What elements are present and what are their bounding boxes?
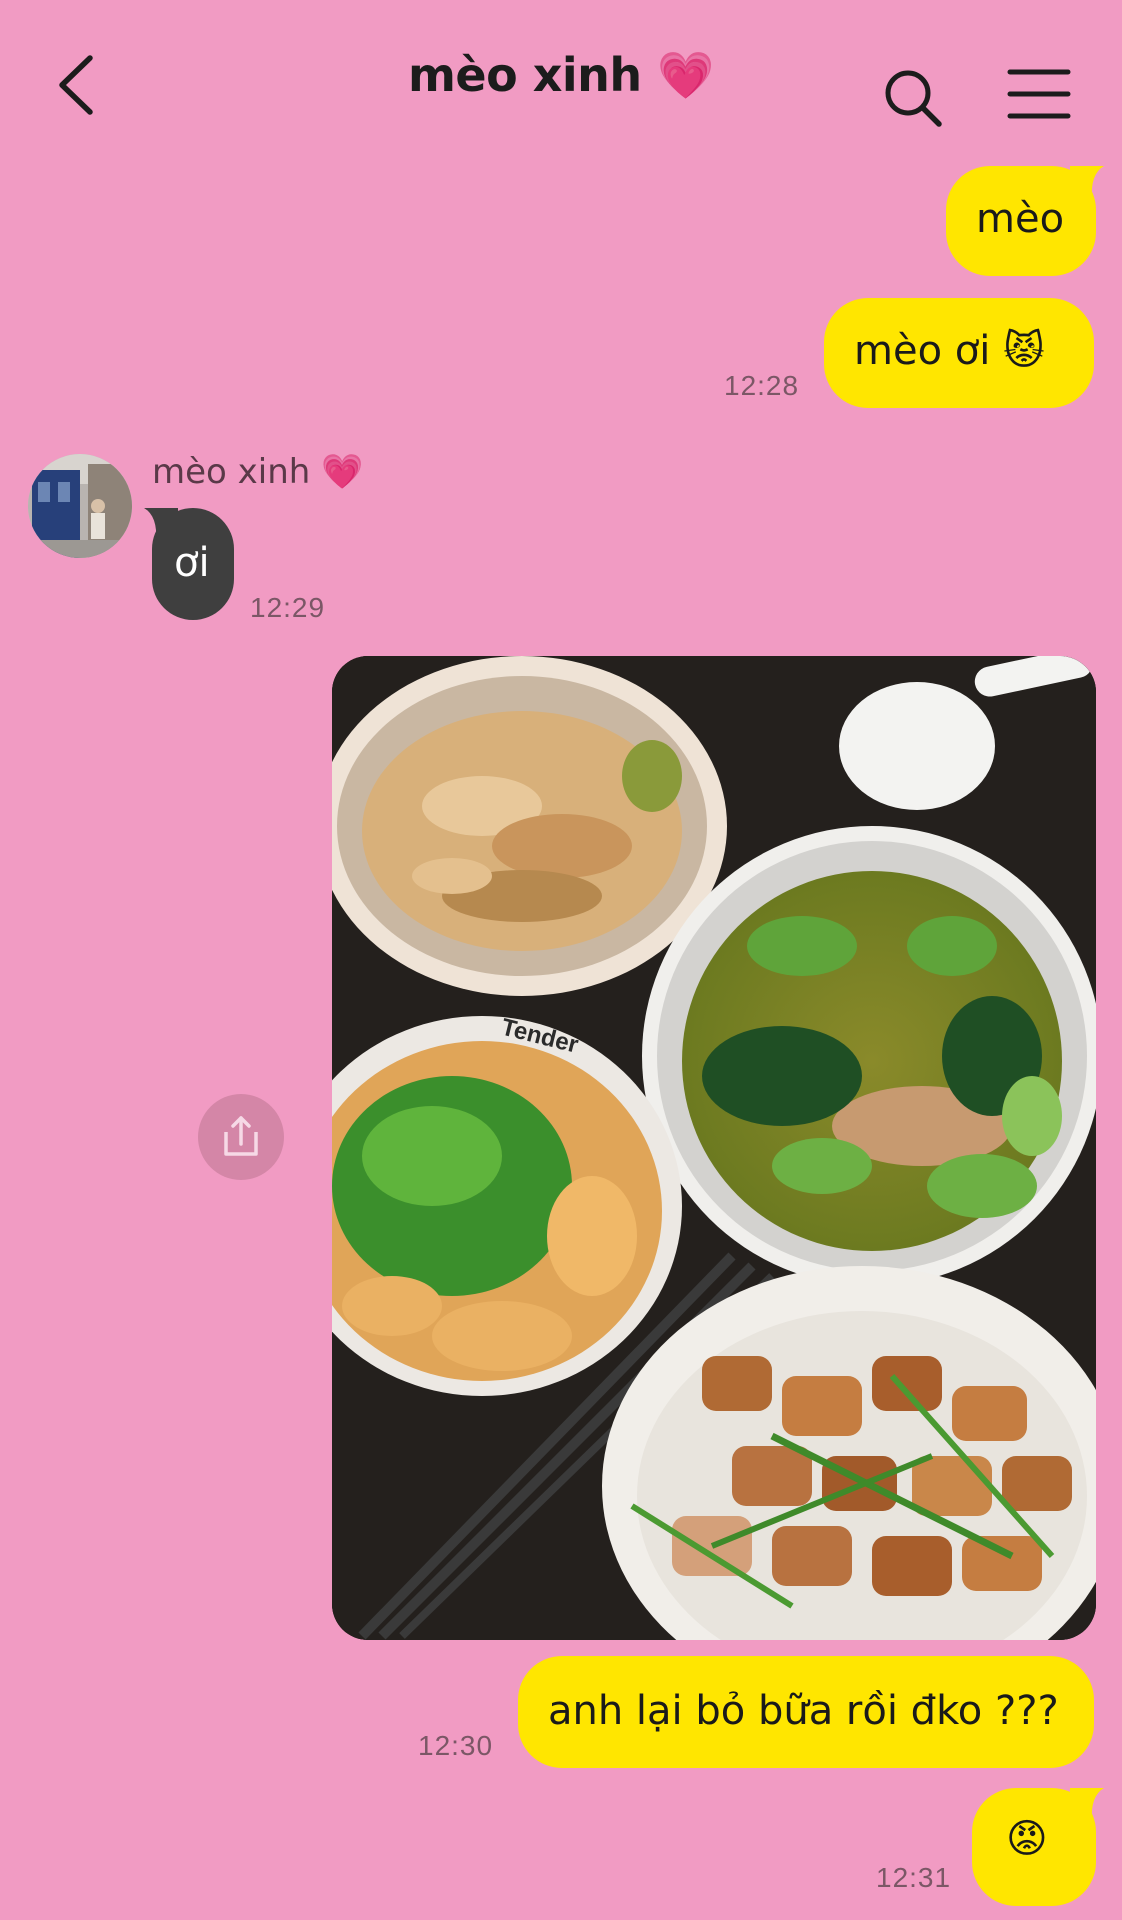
menu-button[interactable] (1006, 66, 1072, 122)
food-photo: Tender (332, 656, 1096, 1640)
hamburger-menu-icon (1007, 69, 1071, 119)
share-icon (224, 1116, 258, 1156)
bubble-tail (1070, 166, 1104, 200)
search-icon (885, 70, 942, 127)
chat-header: mèo xinh 💗 (0, 0, 1122, 170)
avatar[interactable] (28, 454, 132, 558)
message-photo[interactable]: Tender (332, 656, 1096, 1640)
message-timestamp: 12:31 (876, 1862, 952, 1893)
message-text: ơi (174, 540, 210, 586)
share-button[interactable] (198, 1094, 284, 1180)
bubble-tail (1070, 1788, 1104, 1822)
message-bubble-outgoing[interactable]: anh lại bỏ bữa rồi đko ??? (518, 1656, 1094, 1768)
message-bubble-outgoing[interactable]: mèo ơi 😾 (824, 298, 1094, 408)
message-timestamp: 12:30 (418, 1730, 494, 1761)
search-button[interactable] (880, 65, 946, 131)
message-timestamp: 12:28 (724, 370, 800, 401)
sender-name: mèo xinh 💗 (152, 452, 364, 492)
chat-title: mèo xinh 💗 (408, 48, 714, 102)
avatar-photo (28, 454, 132, 558)
message-timestamp: 12:29 (250, 592, 326, 623)
message-text: mèo ơi 😾 (854, 328, 1045, 374)
bubble-tail (144, 508, 178, 542)
message-text: 😡 (1006, 1816, 1048, 1862)
message-text: anh lại bỏ bữa rồi đko ??? (548, 1688, 1059, 1734)
message-text: mèo (976, 196, 1065, 242)
